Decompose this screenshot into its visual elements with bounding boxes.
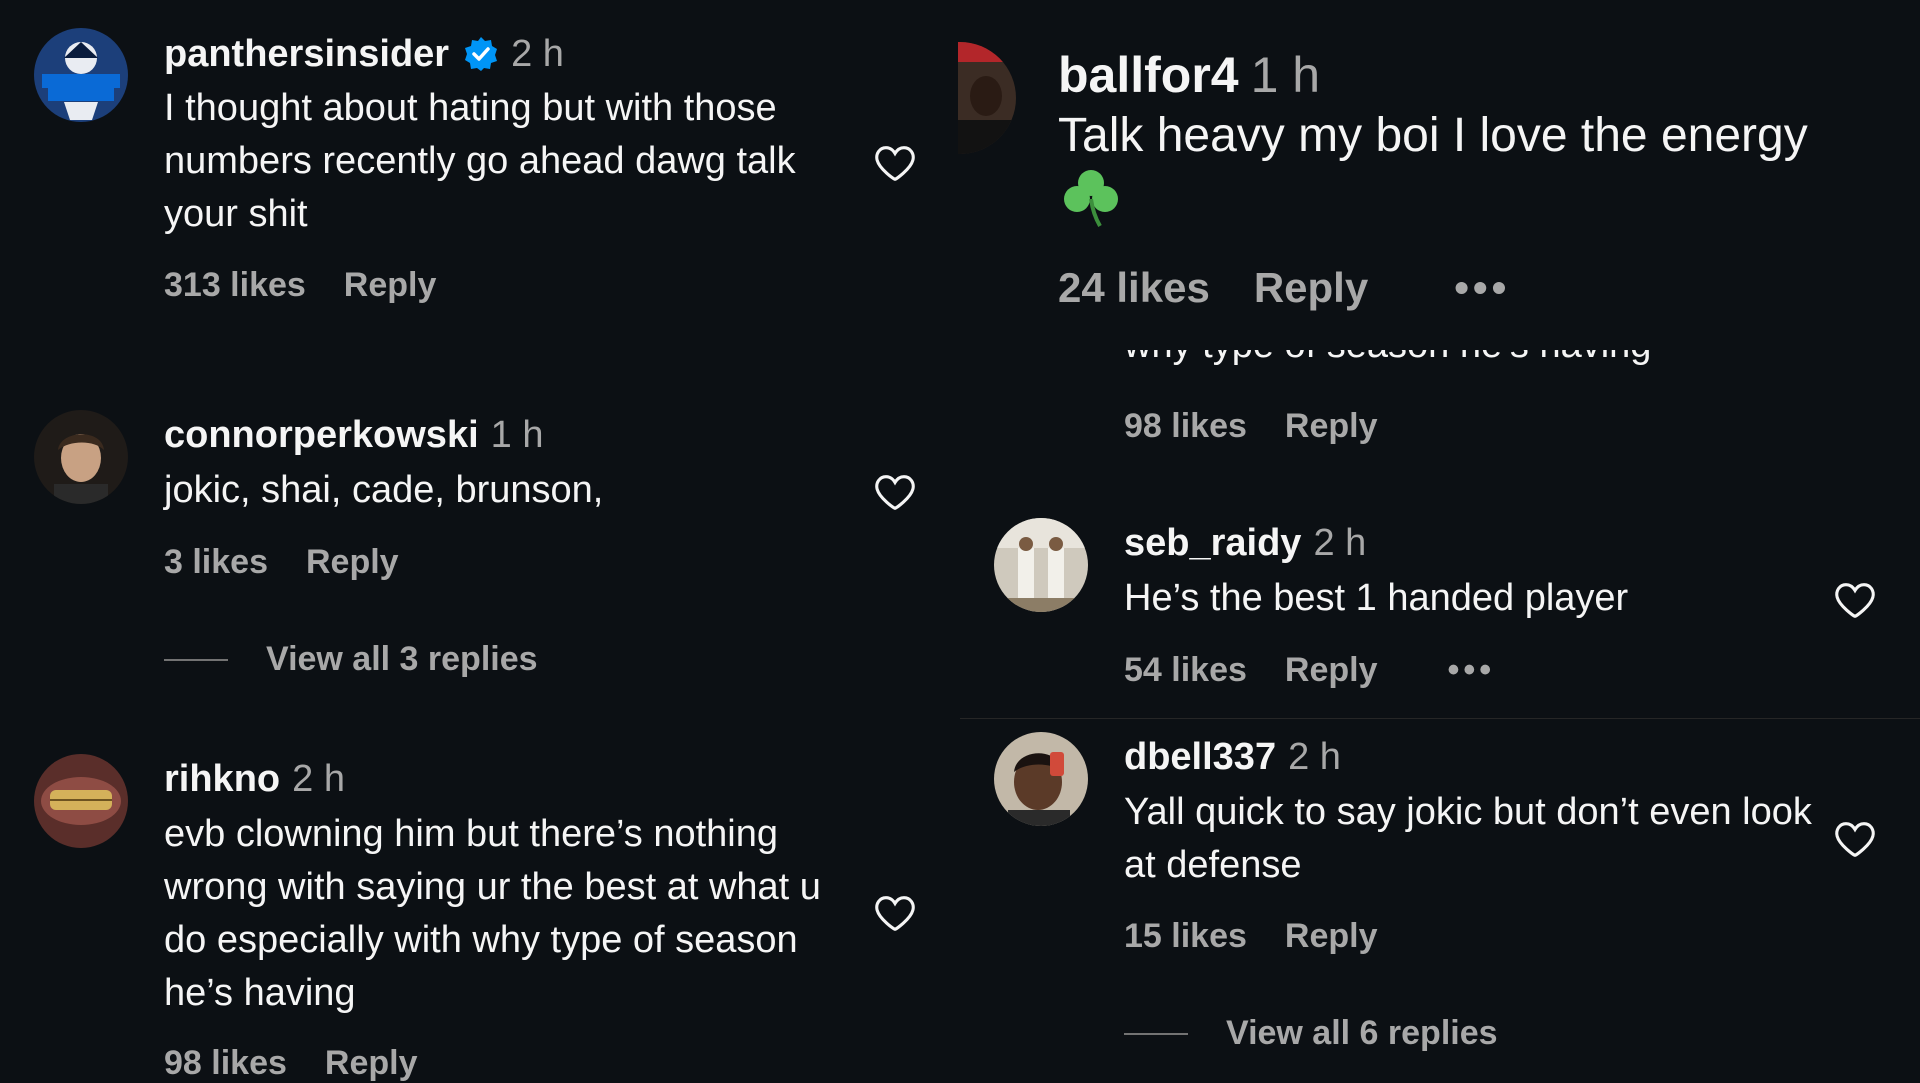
reply-button[interactable]: Reply bbox=[1254, 264, 1368, 312]
likes-count[interactable]: 98 likes bbox=[164, 1044, 287, 1083]
comment-divider bbox=[960, 718, 1920, 719]
comment-actions: 15 likes Reply bbox=[1124, 917, 1377, 956]
username[interactable]: panthersinsider bbox=[164, 33, 449, 76]
reply-button[interactable]: Reply bbox=[306, 543, 399, 582]
timestamp: 2 h bbox=[1313, 522, 1367, 564]
more-options-button[interactable]: ••• bbox=[1454, 264, 1510, 312]
comment-text: evb clowning him but there’s nothing wro… bbox=[164, 813, 821, 1014]
comment-actions: 98 likes Reply bbox=[164, 1044, 417, 1083]
view-replies-label: View all 6 replies bbox=[1226, 1014, 1498, 1052]
reply-button[interactable]: Reply bbox=[1285, 407, 1378, 446]
comment-text: Yall quick to say jokic but don’t even l… bbox=[1124, 791, 1812, 886]
reply-button[interactable]: Reply bbox=[1285, 651, 1378, 690]
likes-count[interactable]: 54 likes bbox=[1124, 651, 1247, 690]
avatar[interactable] bbox=[994, 518, 1088, 612]
username[interactable]: rihkno bbox=[164, 758, 280, 801]
timestamp: 2 h bbox=[292, 758, 345, 800]
profile-photo bbox=[34, 410, 128, 504]
likes-count[interactable]: 3 likes bbox=[164, 543, 268, 582]
comment-actions: 54 likes Reply ••• bbox=[1124, 651, 1495, 690]
username[interactable]: ballfor4 bbox=[1058, 46, 1239, 104]
like-heart-icon[interactable] bbox=[1832, 577, 1878, 623]
comment-text: jokic, shai, cade, brunson, bbox=[164, 469, 604, 511]
username[interactable]: dbell337 bbox=[1124, 736, 1276, 779]
reply-button[interactable]: Reply bbox=[325, 1044, 418, 1083]
avatar[interactable] bbox=[958, 42, 1016, 154]
view-replies-label: View all 3 replies bbox=[266, 640, 538, 678]
comment-header: rihkno 2 h bbox=[164, 758, 345, 801]
comment-actions: 313 likes Reply bbox=[164, 266, 436, 305]
timestamp: 2 h bbox=[511, 33, 564, 75]
profile-photo bbox=[994, 732, 1088, 826]
timestamp: 1 h bbox=[1250, 47, 1321, 103]
comment-header: dbell337 2 h bbox=[1124, 736, 1341, 779]
replies-divider-line bbox=[1124, 1032, 1188, 1035]
like-heart-icon[interactable] bbox=[1832, 816, 1878, 862]
comment-actions: 98 likes Reply bbox=[1124, 407, 1377, 446]
username[interactable]: connorperkowski bbox=[164, 414, 479, 457]
comment-actions: 24 likes Reply ••• bbox=[1058, 264, 1510, 312]
comment-text: why type of season he’s having bbox=[1124, 350, 1824, 372]
like-heart-icon[interactable] bbox=[872, 469, 918, 515]
like-heart-icon[interactable] bbox=[872, 890, 918, 936]
timestamp: 2 h bbox=[1288, 736, 1341, 778]
likes-count[interactable]: 98 likes bbox=[1124, 407, 1247, 446]
comment-text: He’s the best 1 handed player bbox=[1124, 577, 1629, 619]
comment-actions: 3 likes Reply bbox=[164, 543, 399, 582]
comment-header: panthersinsider 2 h bbox=[164, 30, 564, 76]
comment-text: I thought about hating but with those nu… bbox=[164, 87, 796, 235]
profile-photo bbox=[994, 518, 1088, 612]
likes-count[interactable]: 15 likes bbox=[1124, 917, 1247, 956]
view-replies-button[interactable]: View all 3 replies bbox=[164, 640, 538, 679]
replies-divider-line bbox=[164, 658, 228, 661]
shamrock-icon bbox=[1060, 166, 1122, 228]
avatar[interactable] bbox=[34, 28, 128, 122]
comment-header: seb_raidy 2 h bbox=[1124, 522, 1366, 565]
avatar[interactable] bbox=[34, 754, 128, 848]
comment-header: ballfor4 1 h bbox=[1058, 46, 1320, 104]
more-options-button[interactable]: ••• bbox=[1447, 651, 1495, 690]
avatar[interactable] bbox=[994, 732, 1088, 826]
reply-button[interactable]: Reply bbox=[344, 266, 437, 305]
profile-photo bbox=[34, 754, 128, 848]
reply-button[interactable]: Reply bbox=[1285, 917, 1378, 956]
like-heart-icon[interactable] bbox=[872, 140, 918, 186]
timestamp: 1 h bbox=[490, 414, 544, 456]
profile-photo bbox=[958, 42, 1016, 154]
view-replies-button[interactable]: View all 6 replies bbox=[1124, 1014, 1498, 1053]
likes-count[interactable]: 313 likes bbox=[164, 266, 306, 305]
verified-badge-icon bbox=[463, 36, 499, 72]
avatar[interactable] bbox=[34, 410, 128, 504]
username[interactable]: seb_raidy bbox=[1124, 522, 1301, 565]
panthers-insider-logo bbox=[34, 28, 128, 122]
likes-count[interactable]: 24 likes bbox=[1058, 264, 1210, 312]
comment-text: Talk heavy my boi I love the energy bbox=[1058, 109, 1808, 162]
comment-header: connorperkowski 1 h bbox=[164, 414, 543, 457]
